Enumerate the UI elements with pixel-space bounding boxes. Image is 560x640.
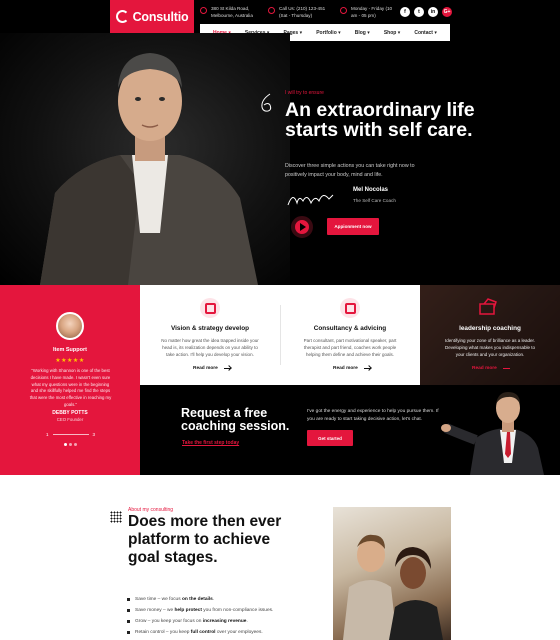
about-bullet-list: Save time – we focus on the details. Sav… [127,594,273,638]
list-item: Grow – you keep your focus on increasing… [127,616,273,627]
arrow-right-icon [502,368,510,369]
pager-current: 1 [46,432,49,437]
card-divider [280,305,281,365]
google-plus-icon[interactable]: G+ [442,7,452,17]
strategy-icon [200,298,220,318]
appointment-button[interactable]: Appionment now [327,218,379,235]
testimonial-author: DEBBY POTTS [52,410,88,416]
play-video-button[interactable] [291,216,313,238]
feature-title-vision: Vision & strategy develop [170,325,249,332]
carousel-dots [64,443,77,446]
swirl-icon [261,93,272,112]
arrow-right-icon [223,368,231,369]
logo-icon [115,10,129,23]
signature-role: The Self Care Coach [353,198,396,203]
carousel-dot[interactable] [74,443,77,446]
cta-text: I've got the energy and experience to he… [307,409,439,422]
testimonial-title: Item Support [53,347,87,353]
address-info: 380 St Kilda Road, Melbourne, Australia [200,6,258,19]
twitter-icon[interactable]: t [414,7,424,17]
man-portrait-image [40,53,258,285]
pointing-man-image [441,392,544,475]
phone-info[interactable]: Call Us: (210) 123-451 (Sat - Thursday) [268,6,330,19]
testimonial-role: CEO Founder [56,417,84,422]
dot-grid-decoration [110,511,122,523]
cta-title: Request a free coaching session. [181,406,290,433]
play-icon [300,223,306,231]
list-item: Save money – we help protect you from no… [127,605,273,616]
feature-text-leadership: Identifying your zone of brilliance as a… [444,338,536,357]
nav-shop[interactable]: Shop ▾ [384,24,400,41]
feature-text-vision: No matter how great the idea trapped ins… [161,338,259,357]
testimonial-pager: 1 3 [46,432,95,437]
logo-text: Consultio [132,9,189,24]
phone-icon [268,7,275,14]
hero-description: Discover three simple actions you can ta… [285,163,415,178]
social-links: f t in G+ [400,7,452,17]
carousel-dot[interactable] [69,443,72,446]
avatar [56,312,84,340]
about-title: Does more then ever platform to achieve … [128,513,282,566]
location-icon [200,7,207,14]
carousel-dot[interactable] [64,443,67,446]
laughing-people-photo [333,507,451,640]
signature-image [287,194,334,206]
pager-total: 3 [92,432,96,437]
hero-kicker: I will try to ensure [285,90,324,96]
cta-link[interactable]: Take the first step today [182,440,239,446]
hero-portrait [0,33,290,285]
hero-title: An extraordinary life starts with self c… [285,99,475,141]
hours-text: Monday - Friday (10 am - 05 pm) [351,6,393,18]
feature-title-consultancy: Consultancy & advicing [313,325,387,332]
read-more-link-consultancy[interactable]: Read more [333,366,371,371]
facebook-icon[interactable]: f [400,7,410,17]
rating-stars: ★★★★★ [55,358,85,364]
advice-icon [340,298,360,318]
nav-contact[interactable]: Contact ▾ [414,24,437,41]
clock-icon [340,7,347,14]
testimonial-quote: "Working with Shannon is one of the best… [29,368,112,407]
signature-name: Mel Nocolas [353,187,389,193]
list-item: Save time – we focus on the details. [127,594,273,605]
get-started-button[interactable]: Get started [307,430,353,446]
nav-portfolio[interactable]: Portfolio ▾ [316,24,340,41]
feature-title-leadership: leadership coaching [459,325,521,332]
hours-info: Monday - Friday (10 am - 05 pm) [340,6,396,19]
read-more-link-leadership[interactable]: Read more [472,366,510,371]
instagram-icon[interactable]: in [428,7,438,17]
arrow-right-icon [363,368,371,369]
leadership-icon [479,298,497,315]
logo[interactable]: Consultio [110,0,194,33]
list-item: Retain control – you keep full control o… [127,627,273,638]
people-image [343,534,443,640]
read-more-link-vision[interactable]: Read more [193,366,231,371]
feature-text-consultancy: Part consultant, part motivational speak… [303,338,397,357]
address-text: 380 St Kilda Road, Melbourne, Australia [211,6,253,18]
phone-text: Call Us: (210) 123-451 (Sat - Thursday) [279,6,326,18]
nav-blog[interactable]: Blog ▾ [355,24,370,41]
pager-bar [52,434,89,435]
